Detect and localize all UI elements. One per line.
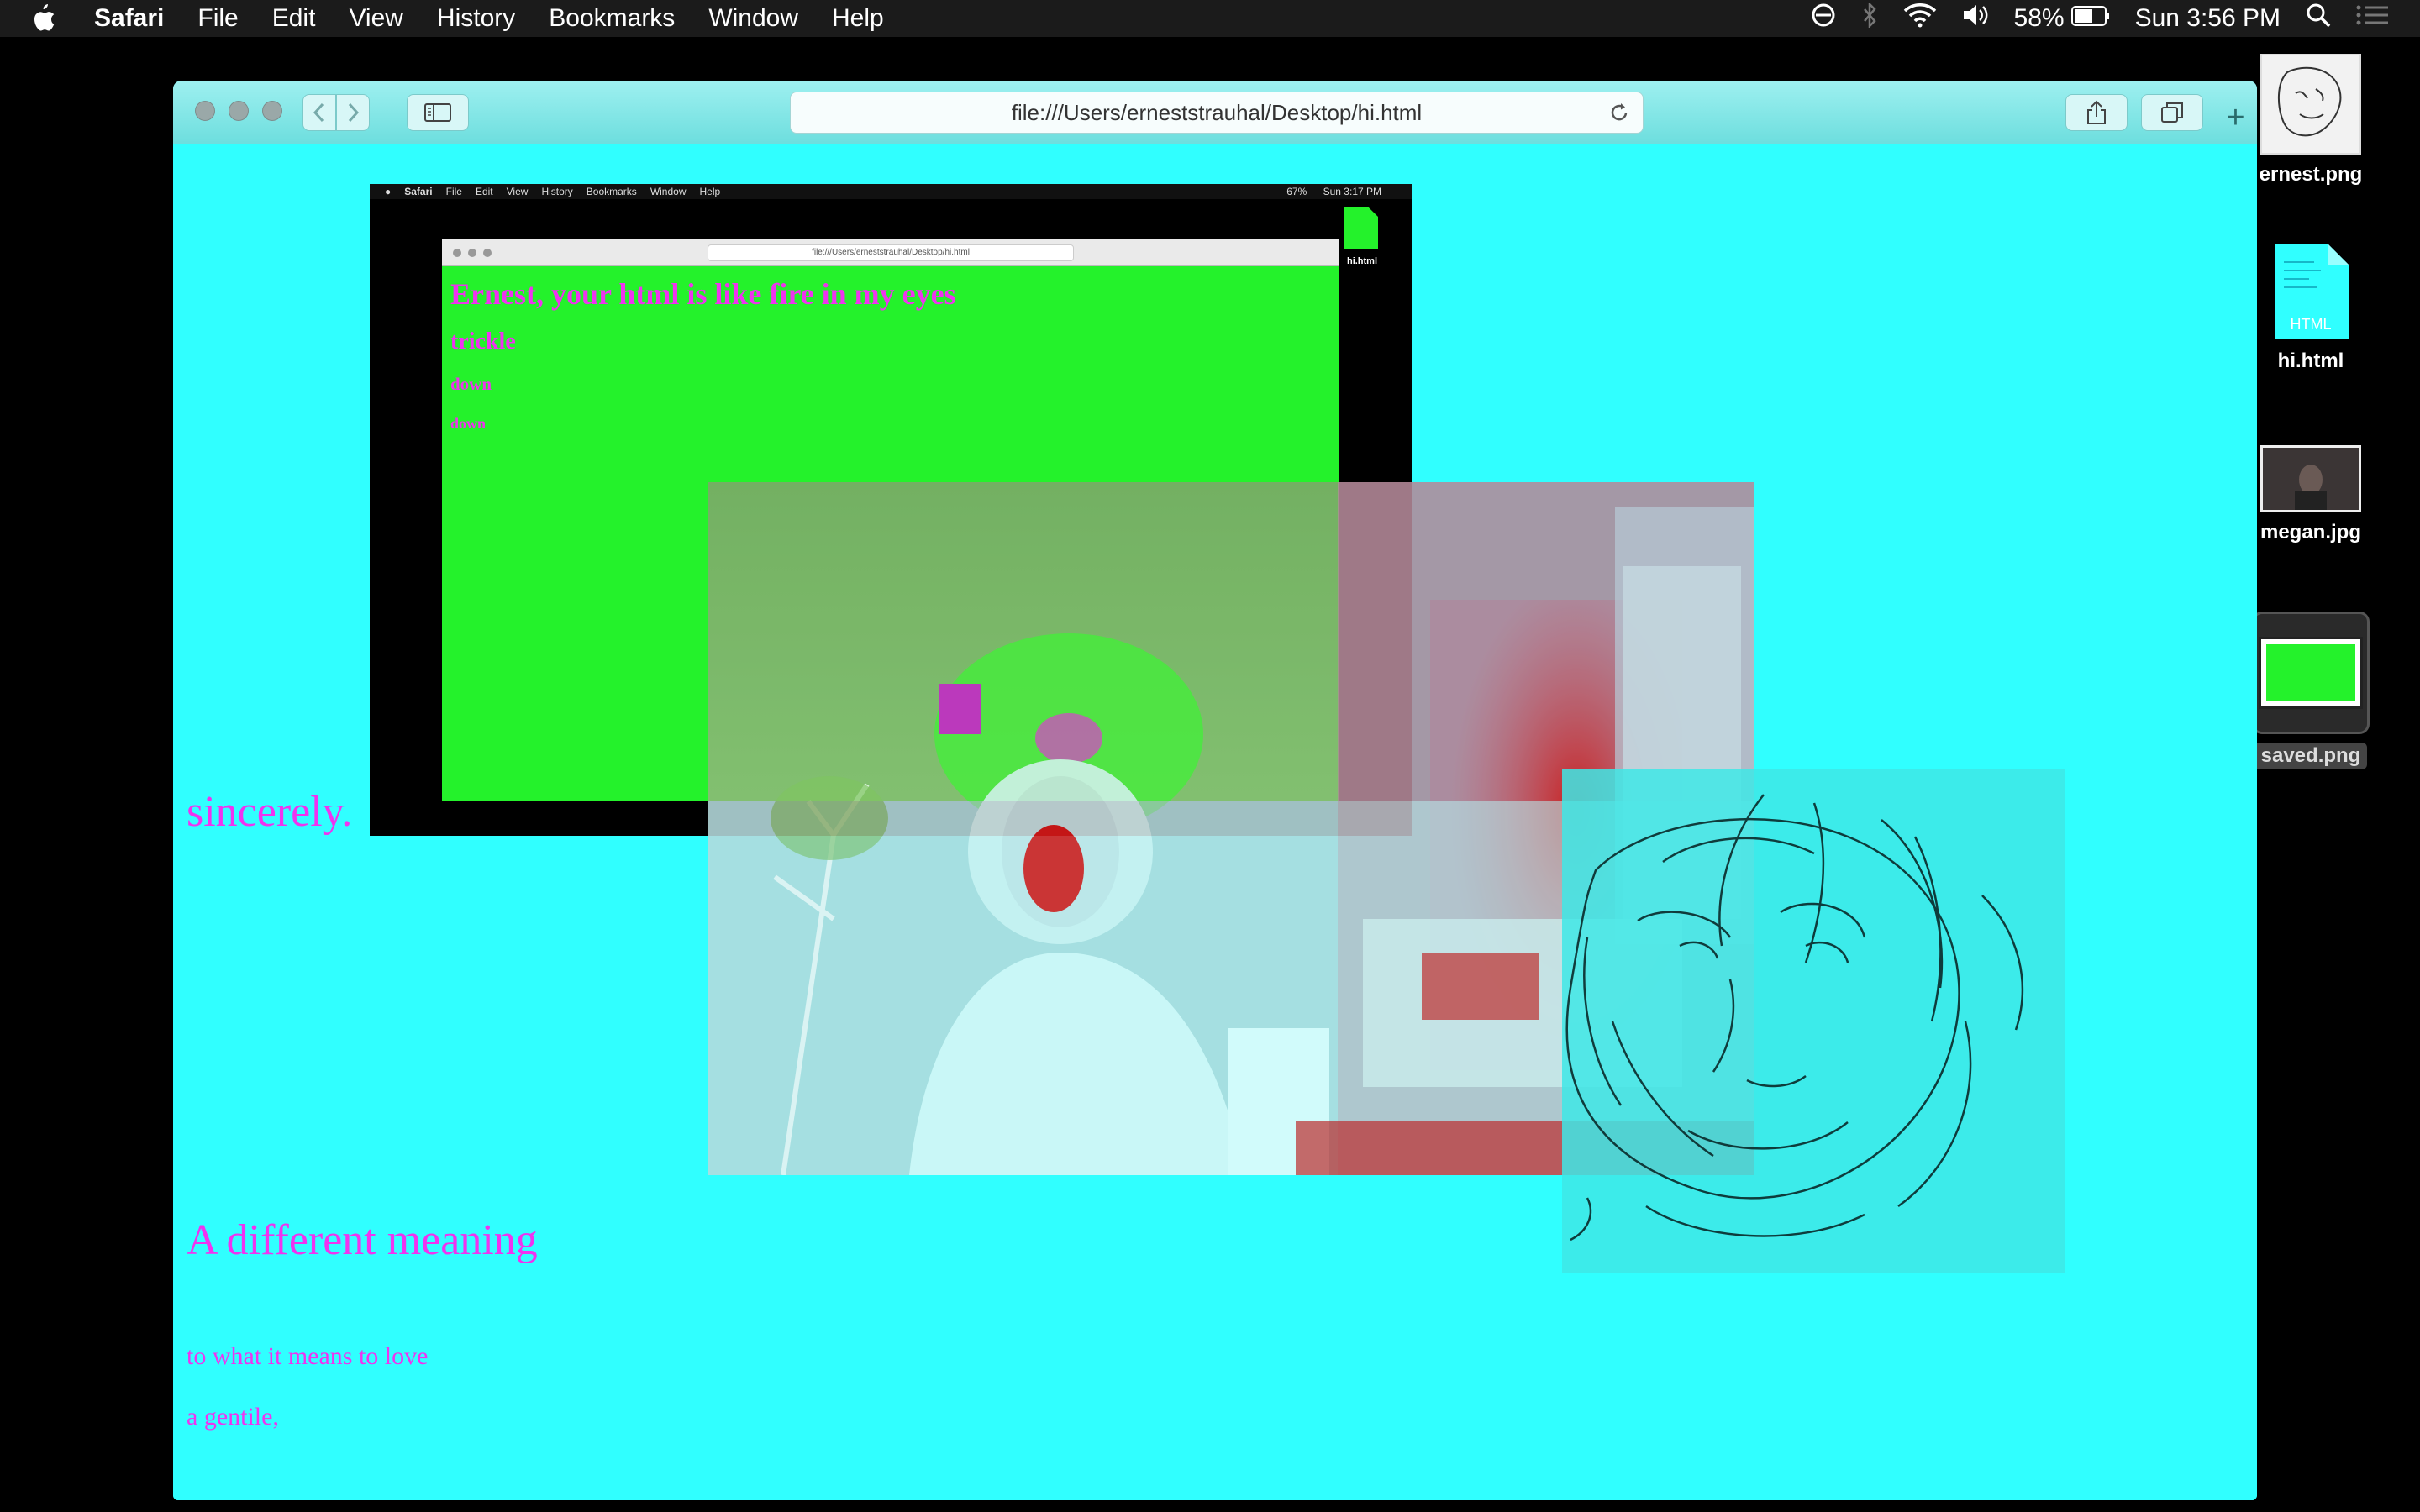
embedded-menu-item: Window (650, 186, 687, 197)
url-text: file:///Users/erneststrauhal/Desktop/hi.… (1011, 99, 1423, 125)
embedded-battery-percent: 67% (1286, 186, 1307, 197)
bluetooth-icon[interactable] (1861, 1, 1878, 34)
selection-highlight (2252, 612, 2370, 734)
web-page-content: ● Safari File Edit View History Bookmark… (173, 145, 2257, 1500)
safari-window: file:///Users/erneststrauhal/Desktop/hi.… (173, 81, 2257, 1500)
spotlight-search-icon[interactable] (2306, 3, 2331, 34)
embedded-heading-2: trickle (450, 328, 516, 354)
saved-thumbnail (2259, 637, 2363, 709)
embedded-heading-3: down (450, 374, 492, 394)
embedded-traffic-lights (453, 249, 492, 257)
desktop-file-megan[interactable]: megan.jpg (2244, 445, 2378, 544)
embedded-menu-item: Help (699, 186, 721, 197)
embedded-menu-app: Safari (404, 186, 433, 197)
desktop-file-saved[interactable]: saved.png (2252, 612, 2370, 769)
menu-view[interactable]: View (349, 4, 402, 33)
embedded-heading-4: down (450, 415, 487, 432)
embedded-menu-bar: ● Safari File Edit View History Bookmark… (370, 184, 1412, 199)
html-file-icon: HTML (2270, 242, 2351, 341)
address-bar[interactable]: file:///Users/erneststrauhal/Desktop/hi.… (790, 92, 1644, 134)
embedded-page-text: Ernest, your html is like fire in my eye… (450, 276, 956, 433)
chevron-left-icon (313, 102, 324, 123)
menu-window[interactable]: Window (708, 4, 798, 33)
new-tab-button[interactable]: + (2217, 101, 2254, 138)
menu-edit[interactable]: Edit (272, 4, 316, 33)
embedded-status-area: 67% Sun 3:17 PM (1286, 186, 1395, 197)
embedded-menu-item: Bookmarks (586, 186, 637, 197)
close-window-button[interactable] (195, 101, 215, 121)
apple-icon: ● (385, 186, 392, 197)
text-sincerely: sincerely. (187, 788, 353, 836)
embedded-address-bar: file:///Users/erneststrauhal/Desktop/hi.… (708, 244, 1074, 261)
minimize-window-button[interactable] (229, 101, 249, 121)
embedded-heading-1: Ernest, your html is like fire in my eye… (450, 277, 956, 311)
embedded-menu-item: File (445, 186, 462, 197)
embedded-menu-item: Edit (475, 186, 493, 197)
desktop-file-hi-html[interactable]: HTML hi.html (2244, 242, 2378, 373)
do-not-disturb-icon[interactable] (1811, 3, 1836, 34)
sidebar-icon (424, 103, 451, 122)
embedded-menu-item: View (506, 186, 529, 197)
embedded-toolbar: file:///Users/erneststrauhal/Desktop/hi.… (442, 239, 1339, 266)
forward-button[interactable] (336, 94, 370, 131)
show-all-tabs-button[interactable] (2141, 94, 2203, 131)
html-badge: HTML (2290, 316, 2332, 333)
desktop-file-ernest[interactable]: ernest.png (2244, 54, 2378, 186)
reload-icon[interactable] (1607, 101, 1631, 124)
embedded-html-file-icon (1344, 207, 1378, 249)
desktop-file-label: hi.html (2277, 349, 2344, 372)
text-different-meaning: A different meaning (187, 1216, 538, 1264)
apple-icon[interactable] (30, 4, 55, 33)
share-icon (2087, 100, 2106, 124)
share-button[interactable] (2065, 94, 2128, 131)
embedded-file-label: hi.html (1346, 256, 1378, 266)
menu-bar: Safari File Edit View History Bookmarks … (0, 0, 2420, 37)
tabs-icon (2161, 102, 2183, 123)
clock[interactable]: Sun 3:56 PM (2135, 4, 2281, 33)
embedded-clock: Sun 3:17 PM (1323, 186, 1381, 197)
back-button[interactable] (302, 94, 336, 131)
desktop-file-label: megan.jpg (2260, 521, 2361, 543)
notification-center-icon[interactable] (2356, 3, 2390, 34)
ernest-thumbnail (2260, 54, 2361, 155)
embedded-menu-item: History (541, 186, 573, 197)
desktop-file-label: saved.png (2254, 743, 2368, 769)
zoom-window-button[interactable] (262, 101, 282, 121)
desktop-file-label: ernest.png (2259, 163, 2363, 186)
menu-bookmarks[interactable]: Bookmarks (549, 4, 675, 33)
menu-file[interactable]: File (197, 4, 238, 33)
menu-help[interactable]: Help (832, 4, 884, 33)
megan-thumbnail (2260, 445, 2361, 512)
battery-icon[interactable] (2070, 4, 2110, 33)
safari-toolbar: file:///Users/erneststrauhal/Desktop/hi.… (173, 81, 2257, 144)
text-a-gentile: a gentile, (187, 1403, 279, 1431)
menu-history[interactable]: History (437, 4, 515, 33)
scribble-face-drawing (1562, 769, 2065, 1273)
menu-app-safari[interactable]: Safari (94, 4, 164, 33)
wifi-icon[interactable] (1903, 3, 1937, 34)
battery-percent: 58% (2013, 4, 2065, 32)
volume-icon[interactable] (1962, 3, 1989, 34)
chevron-right-icon (348, 102, 360, 123)
sidebar-toggle-button[interactable] (407, 94, 469, 131)
text-what-it-means-to-love: to what it means to love (187, 1342, 429, 1370)
